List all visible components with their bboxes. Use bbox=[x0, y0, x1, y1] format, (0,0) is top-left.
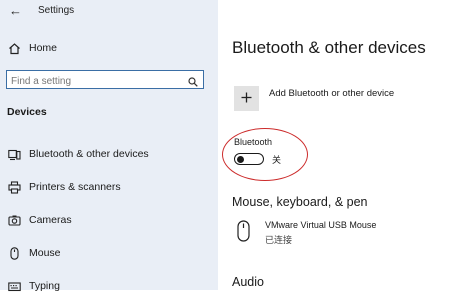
search-input[interactable] bbox=[7, 73, 181, 90]
audio-heading: Audio bbox=[232, 275, 264, 289]
nav-home[interactable]: Home bbox=[8, 39, 57, 57]
search-box[interactable] bbox=[6, 70, 204, 90]
section-heading-devices: Devices bbox=[7, 106, 47, 118]
sidebar-item-bluetooth[interactable]: Bluetooth & other devices bbox=[8, 145, 149, 163]
camera-icon bbox=[8, 214, 21, 227]
mouse-keyboard-pen-heading: Mouse, keyboard, & pen bbox=[232, 195, 368, 209]
annotation-highlight-circle bbox=[222, 128, 308, 181]
plus-icon bbox=[241, 90, 252, 108]
home-icon bbox=[8, 42, 21, 55]
add-device-label[interactable]: Add Bluetooth or other device bbox=[269, 88, 394, 99]
main-content: Bluetooth & other devices Add Bluetooth … bbox=[218, 0, 450, 290]
sidebar-item-label: Printers & scanners bbox=[29, 181, 121, 193]
back-arrow-icon[interactable]: ← bbox=[9, 4, 22, 17]
app-title: Settings bbox=[38, 5, 75, 16]
bluetooth-devices-icon bbox=[8, 148, 21, 161]
sidebar-item-label: Typing bbox=[29, 280, 60, 292]
search-icon[interactable] bbox=[188, 74, 198, 87]
device-name[interactable]: VMware Virtual USB Mouse bbox=[265, 220, 376, 230]
sidebar-item-cameras[interactable]: Cameras bbox=[8, 211, 72, 229]
sidebar-item-label: Cameras bbox=[29, 214, 72, 226]
sidebar: ← Settings Home Devices Bluetooth & othe… bbox=[0, 0, 218, 292]
sidebar-item-typing[interactable]: Typing bbox=[8, 277, 60, 295]
sidebar-item-printers[interactable]: Printers & scanners bbox=[8, 178, 121, 196]
keyboard-icon bbox=[8, 280, 21, 293]
sidebar-item-label: Mouse bbox=[29, 247, 61, 259]
sidebar-item-label: Bluetooth & other devices bbox=[29, 148, 149, 160]
add-device-button[interactable] bbox=[234, 86, 259, 111]
sidebar-item-mouse[interactable]: Mouse bbox=[8, 244, 61, 262]
page-title: Bluetooth & other devices bbox=[232, 38, 426, 57]
nav-home-label: Home bbox=[29, 42, 58, 54]
mouse-icon bbox=[8, 246, 21, 260]
printer-icon bbox=[8, 180, 21, 194]
device-status: 已连接 bbox=[265, 235, 293, 245]
device-mouse-icon bbox=[237, 220, 250, 247]
